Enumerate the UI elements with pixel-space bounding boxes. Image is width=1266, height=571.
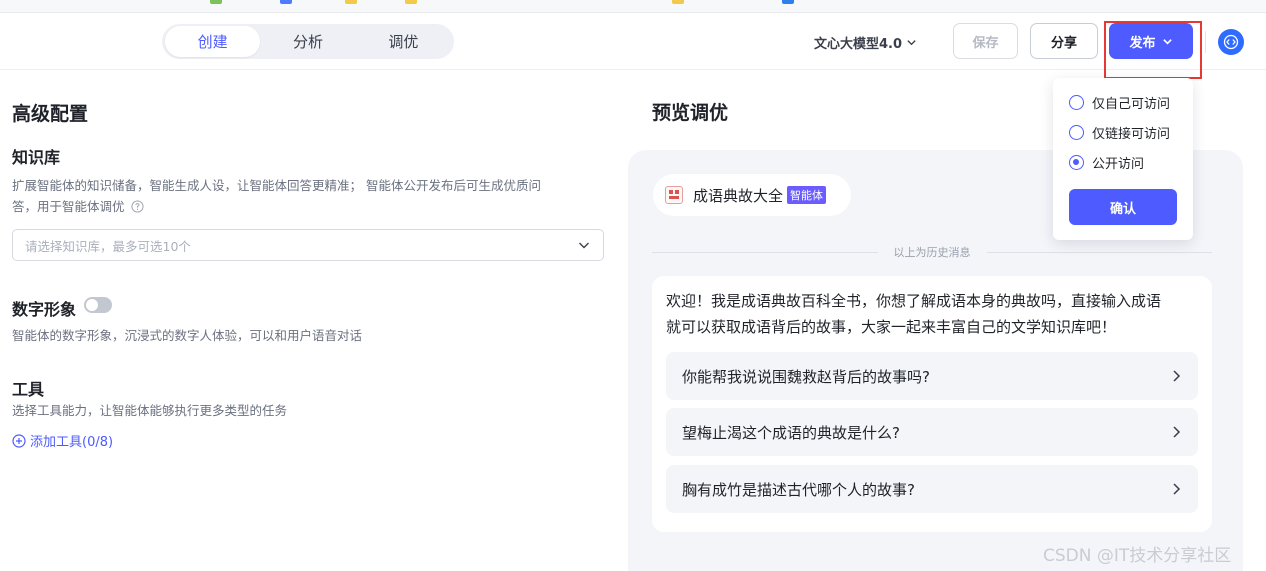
suggestion-text: 望梅止渴这个成语的典故是什么? xyxy=(682,423,900,442)
knowledge-desc-line: 扩展智能体的知识储备，智能生成人设，让智能体回答更精准； 智能体公开发布后可生成… xyxy=(12,178,541,193)
help-icon[interactable] xyxy=(130,200,144,213)
divider xyxy=(1205,31,1206,53)
agent-avatar-glyph xyxy=(669,190,679,199)
knowledge-desc-line2: 答，用于智能体调优 xyxy=(12,199,125,214)
knowledge-select[interactable]: 请选择知识库，最多可选10个 xyxy=(12,229,604,261)
add-tool-button[interactable]: 添加工具(0/8) xyxy=(12,431,113,450)
preview-title: 预览调优 xyxy=(652,102,729,124)
suggestion-text: 胸有成竹是描述古代哪个人的故事? xyxy=(682,480,915,499)
agent-header: 成语典故大全 智能体 xyxy=(653,174,851,216)
visibility-option-private[interactable]: 仅自己可访问 xyxy=(1069,92,1170,112)
knowledge-desc: 扩展智能体的知识储备，智能生成人设，让智能体回答更精准； 智能体公开发布后可生成… xyxy=(12,175,541,217)
divider-line xyxy=(986,251,1212,253)
add-tool-label: 添加工具(0/8) xyxy=(30,435,114,450)
visibility-option-link[interactable]: 仅链接可访问 xyxy=(1069,122,1170,142)
digital-desc: 智能体的数字形象，沉浸式的数字人体验，可以和用户语音对话 xyxy=(12,328,363,343)
visibility-option-public[interactable]: 公开访问 xyxy=(1069,152,1144,172)
suggestion-text: 你能帮我说说围魏救赵背后的故事吗? xyxy=(682,367,930,386)
option-label: 公开访问 xyxy=(1092,156,1145,172)
divider-line xyxy=(652,251,878,253)
top-bar: 创建 分析 调优 文心大模型4.0 保存 分享 发布 xyxy=(0,13,1266,79)
chevron-down-icon xyxy=(1162,38,1172,45)
agent-avatar xyxy=(665,186,683,204)
suggestion-item[interactable]: 你能帮我说说围魏救赵背后的故事吗? xyxy=(666,352,1198,400)
digital-toggle[interactable] xyxy=(84,297,112,313)
chevron-down-icon xyxy=(579,242,589,249)
bookmark-strip xyxy=(0,0,1266,13)
radio-button-checked[interactable] xyxy=(1069,154,1084,170)
chevron-right-icon xyxy=(1173,370,1181,382)
radio-button[interactable] xyxy=(1069,124,1084,140)
publish-label: 发布 xyxy=(1129,35,1156,51)
tools-title: 工具 xyxy=(12,380,45,399)
radio-button[interactable] xyxy=(1069,94,1084,110)
bookmark-icon[interactable] xyxy=(782,0,794,4)
welcome-line: 就可以获取成语背后的故事，大家一起来丰富自己的文学知识库吧！ xyxy=(666,318,1117,336)
plus-circle-icon xyxy=(12,433,26,448)
config-panel: 高级配置 知识库 扩展智能体的知识储备，智能生成人设，让智能体回答更精准； 智能… xyxy=(0,70,620,571)
knowledge-desc-line: 答，用于智能体调优 xyxy=(12,196,541,217)
history-label: 以上为历史消息 xyxy=(893,246,971,259)
option-label: 仅自己可访问 xyxy=(1092,96,1171,112)
knowledge-select-placeholder: 请选择知识库，最多可选10个 xyxy=(25,238,191,254)
mode-tabs: 创建 分析 调优 xyxy=(162,24,454,59)
welcome-message: 欢迎！我是成语典故百科全书，你想了解成语本身的典故吗，直接输入成语 就可以获取成… xyxy=(666,288,1206,340)
tab-tune[interactable]: 调优 xyxy=(356,26,451,57)
suggestion-item[interactable]: 望梅止渴这个成语的典故是什么? xyxy=(666,408,1198,456)
share-button[interactable]: 分享 xyxy=(1030,23,1098,59)
chevron-right-icon xyxy=(1173,426,1181,438)
tab-create[interactable]: 创建 xyxy=(165,26,261,57)
agent-name: 成语典故大全 xyxy=(693,186,784,205)
code-icon[interactable] xyxy=(1218,29,1244,55)
tab-analyze[interactable]: 分析 xyxy=(260,26,355,57)
welcome-line: 欢迎！我是成语典故百科全书，你想了解成语本身的典故吗，直接输入成语 xyxy=(666,292,1162,310)
bookmark-icon[interactable] xyxy=(280,0,292,4)
agent-badge: 智能体 xyxy=(787,186,827,204)
chevron-right-icon xyxy=(1173,483,1181,495)
publish-button[interactable]: 发布 xyxy=(1109,23,1193,59)
history-divider: 以上为历史消息 xyxy=(652,243,1212,261)
tools-desc: 选择工具能力，让智能体能够执行更多类型的任务 xyxy=(12,403,288,418)
bookmark-icon[interactable] xyxy=(672,0,684,4)
save-button[interactable]: 保存 xyxy=(953,23,1018,59)
suggestion-item[interactable]: 胸有成竹是描述古代哪个人的故事? xyxy=(666,465,1198,513)
chevron-down-icon xyxy=(907,39,916,45)
bookmark-icon[interactable] xyxy=(345,0,357,4)
config-title: 高级配置 xyxy=(12,103,89,125)
option-label: 仅链接可访问 xyxy=(1092,126,1171,142)
toggle-knob xyxy=(86,299,98,311)
code-icon-glyph xyxy=(1223,34,1239,50)
bookmark-icon[interactable] xyxy=(405,0,417,4)
model-label: 文心大模型4.0 xyxy=(814,36,903,52)
publish-dropdown: 仅自己可访问 仅链接可访问 公开访问 确认 xyxy=(1053,78,1193,240)
welcome-card: 欢迎！我是成语典故百科全书，你想了解成语本身的典故吗，直接输入成语 就可以获取成… xyxy=(652,276,1212,532)
model-select[interactable]: 文心大模型4.0 xyxy=(814,31,917,53)
confirm-button[interactable]: 确认 xyxy=(1069,189,1177,225)
watermark: CSDN @IT技术分享社区 xyxy=(1043,546,1232,566)
digital-title: 数字形象 xyxy=(12,300,77,319)
bookmark-icon[interactable] xyxy=(210,0,222,4)
knowledge-title: 知识库 xyxy=(12,148,61,167)
